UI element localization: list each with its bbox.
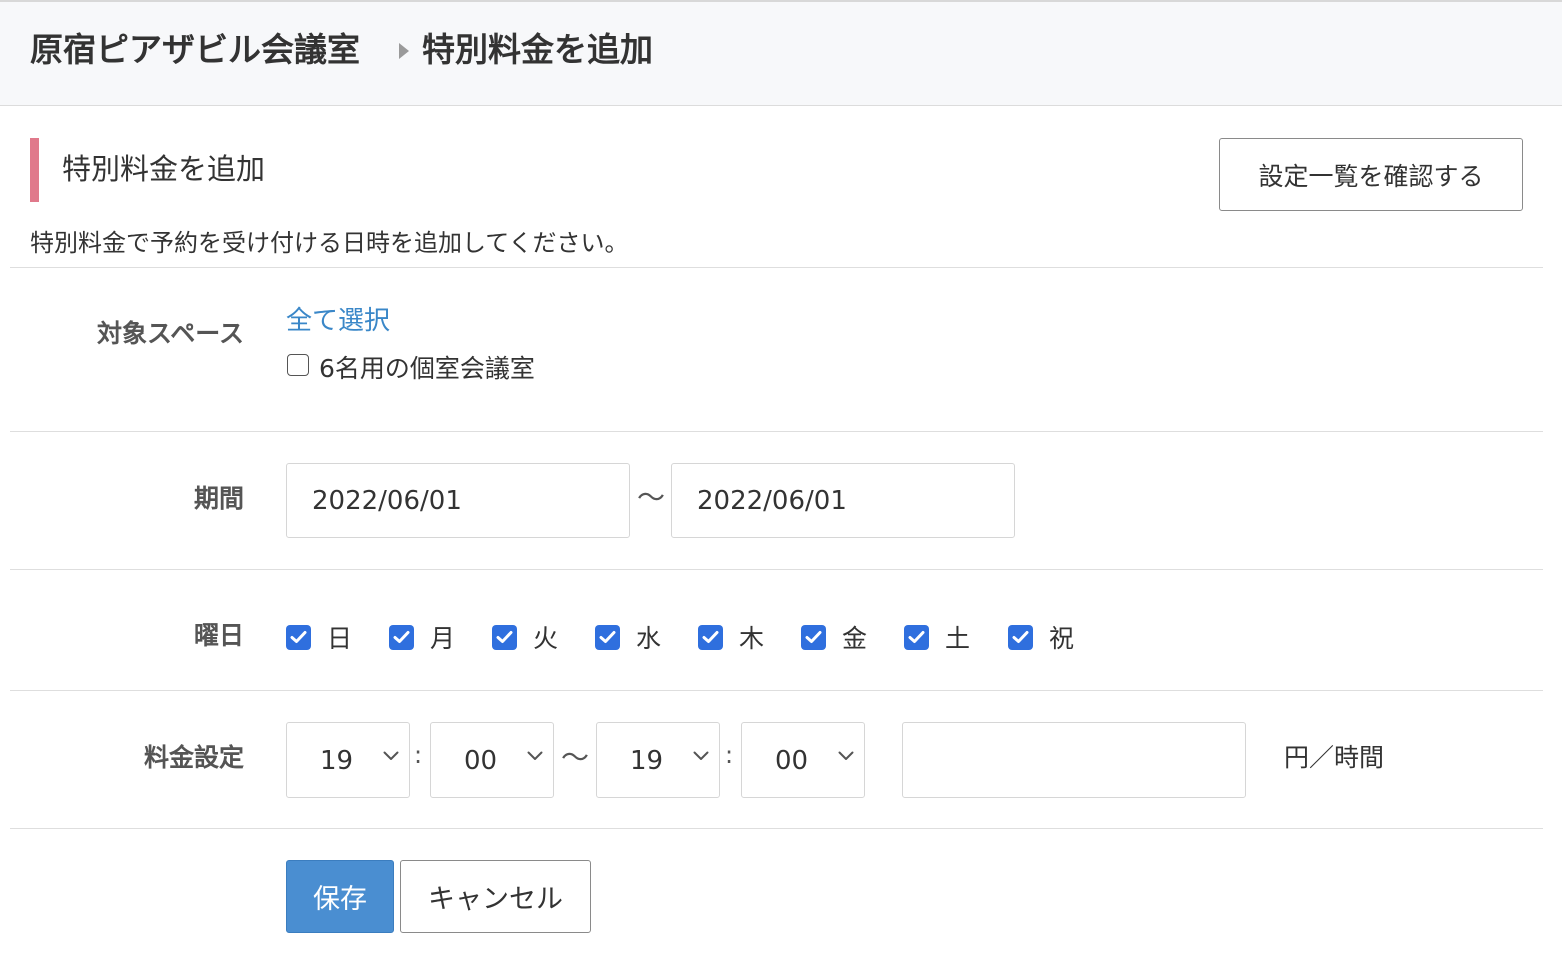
breadcrumb-separator-icon <box>399 43 409 59</box>
chevron-down-icon <box>838 751 854 760</box>
divider <box>10 569 1543 570</box>
weekdays-label: 曜日 <box>193 621 244 650</box>
checkmark-icon[interactable] <box>595 624 620 650</box>
view-settings-list-button[interactable]: 設定一覧を確認する <box>1219 138 1523 211</box>
header-bar: 原宿ピアザビル会議室 特別料金を追加 <box>0 0 1562 106</box>
price-unit: 円／時間 <box>1284 743 1385 772</box>
checkmark-icon[interactable] <box>904 624 929 650</box>
start-minute-value: 00 <box>464 746 498 776</box>
checkmark-icon[interactable] <box>801 624 826 650</box>
checkmark-icon[interactable] <box>1008 624 1033 650</box>
period-separator: 〜 <box>637 481 666 514</box>
checkmark-icon[interactable] <box>389 624 414 650</box>
period-start-input[interactable]: 2022/06/01 <box>286 463 630 538</box>
save-button[interactable]: 保存 <box>286 860 394 933</box>
space-option-label[interactable]: 6名用の個室会議室 <box>319 351 535 387</box>
weekday-label: 木 <box>739 624 765 653</box>
end-minute-select[interactable]: 00 <box>741 722 865 798</box>
time-colon: : <box>725 741 734 769</box>
divider <box>10 267 1543 268</box>
space-checkbox[interactable] <box>287 354 309 376</box>
period-label: 期間 <box>193 484 244 513</box>
breadcrumb-venue[interactable]: 原宿ピアザビル会議室 <box>30 28 360 72</box>
period-start-value: 2022/06/01 <box>312 485 462 516</box>
weekday-saturday[interactable]: 土 <box>904 621 970 653</box>
chevron-down-icon <box>693 751 709 760</box>
chevron-down-icon <box>383 751 399 760</box>
spaces-label: 対象スペース <box>96 319 244 348</box>
weekday-label: 日 <box>327 624 353 653</box>
weekday-label: 祝 <box>1049 624 1075 653</box>
cancel-button[interactable]: キャンセル <box>400 860 591 933</box>
select-all-link[interactable]: 全て選択 <box>286 303 390 339</box>
time-colon: : <box>414 741 423 769</box>
section-description: 特別料金で予約を受け付ける日時を追加してください。 <box>30 229 629 257</box>
divider <box>10 690 1543 691</box>
breadcrumb-current: 特別料金を追加 <box>422 30 653 69</box>
divider <box>10 828 1543 829</box>
end-hour-select[interactable]: 19 <box>596 722 720 798</box>
checkmark-icon[interactable] <box>492 624 517 650</box>
end-hour-value: 19 <box>630 746 664 776</box>
checkmark-icon[interactable] <box>698 624 723 650</box>
weekday-wednesday[interactable]: 水 <box>595 621 661 653</box>
section-accent-bar <box>30 138 39 202</box>
start-hour-select[interactable]: 19 <box>286 722 410 798</box>
time-separator: 〜 <box>561 741 590 774</box>
chevron-down-icon <box>527 751 543 760</box>
weekday-tuesday[interactable]: 火 <box>492 621 558 653</box>
weekday-label: 水 <box>636 624 662 653</box>
weekday-thursday[interactable]: 木 <box>698 621 764 653</box>
period-end-input[interactable]: 2022/06/01 <box>671 463 1015 538</box>
weekday-label: 火 <box>533 624 559 653</box>
weekday-label: 金 <box>842 624 868 653</box>
period-end-value: 2022/06/01 <box>697 485 847 516</box>
weekday-holiday[interactable]: 祝 <box>1008 621 1074 653</box>
checkmark-icon[interactable] <box>286 624 311 650</box>
start-minute-select[interactable]: 00 <box>430 722 554 798</box>
divider <box>10 431 1543 432</box>
weekday-label: 土 <box>945 624 971 653</box>
price-input[interactable] <box>902 722 1246 798</box>
weekday-monday[interactable]: 月 <box>389 621 455 653</box>
start-hour-value: 19 <box>320 746 354 776</box>
section-title: 特別料金を追加 <box>62 152 266 186</box>
end-minute-value: 00 <box>775 746 809 776</box>
weekday-sunday[interactable]: 日 <box>286 621 352 653</box>
pricing-label: 料金設定 <box>143 743 244 772</box>
weekday-label: 月 <box>430 624 456 653</box>
weekday-friday[interactable]: 金 <box>801 621 867 653</box>
